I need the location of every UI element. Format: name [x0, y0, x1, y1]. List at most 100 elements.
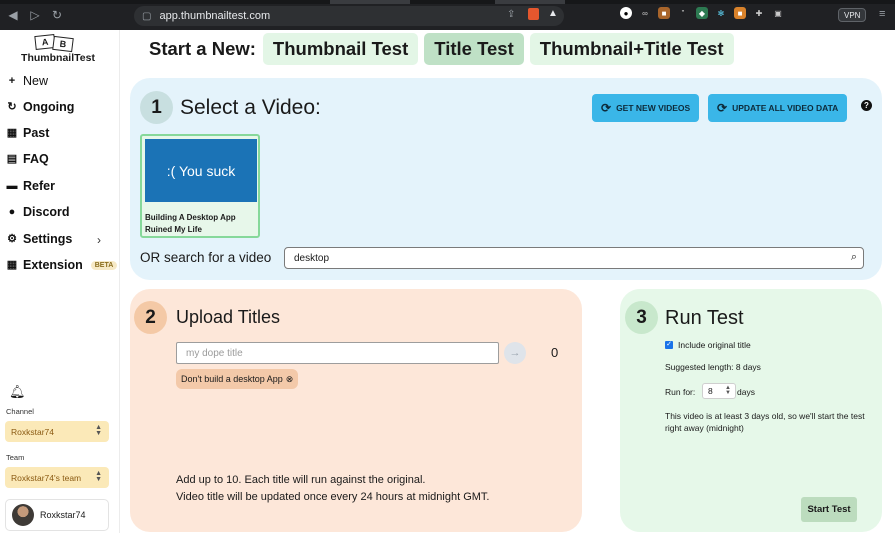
logo[interactable]: A B ThumbnailTest	[18, 32, 98, 68]
sidebar-item-label: Ongoing	[23, 100, 75, 114]
step-number: 3	[625, 301, 658, 334]
step-number: 1	[140, 91, 173, 124]
brave-rewards-icon[interactable]: ▲	[548, 8, 558, 19]
remove-tag-icon[interactable]: ⊗	[286, 374, 294, 385]
react-icon[interactable]: ✻	[715, 7, 727, 19]
select-arrows-icon: ▲ ▼	[95, 424, 102, 437]
panel-title: Select a Video:	[180, 96, 321, 119]
tab-strip	[0, 0, 895, 4]
sidebar-item-new[interactable]: + New	[7, 74, 48, 88]
extension-icon[interactable]: ●	[620, 7, 632, 19]
address-bar[interactable]: ▢ app.thumbnailtest.com	[134, 6, 564, 26]
sidebar-item-label: Refer	[23, 179, 55, 193]
url-text: app.thumbnailtest.com	[159, 10, 271, 22]
sidebar-item-label: Settings	[23, 232, 73, 246]
select-arrows-icon: ▲ ▼	[95, 470, 102, 483]
run-for-label: Run for:	[665, 387, 696, 397]
extension-icon[interactable]: ◆	[696, 7, 708, 19]
sidebar-item-ongoing[interactable]: ↻ Ongoing	[7, 100, 74, 114]
browser-tab[interactable]	[495, 0, 565, 4]
brave-shield-icon[interactable]	[528, 8, 539, 20]
sidebar-item-settings[interactable]: ⚙ Settings	[7, 232, 72, 246]
sidebar-item-past[interactable]: ▦ Past	[7, 126, 50, 140]
run-days-stepper[interactable]: 8 ▲ ▼	[702, 383, 736, 399]
menu-icon[interactable]: ≡	[879, 8, 885, 20]
avatar	[12, 504, 34, 526]
browser-toolbar: ◀ ▷ ↻ ▢ app.thumbnailtest.com ⇪ ▲ ● ∞ ■ …	[0, 0, 895, 30]
bell-icon[interactable]: 🔔︎	[9, 384, 26, 400]
title-input-placeholder: my dope title	[186, 347, 243, 359]
sidebar-item-label: FAQ	[23, 152, 49, 166]
chevron-right-icon[interactable]: ›	[97, 233, 101, 247]
title-input[interactable]: my dope title	[176, 342, 499, 364]
button-label: GET NEW VIDEOS	[616, 103, 691, 113]
sidebar-item-label: Extension	[23, 258, 83, 272]
sidebar-item-faq[interactable]: ▤ FAQ	[7, 152, 49, 166]
card-icon: ▬	[6, 180, 18, 192]
start-label: Start a New:	[149, 38, 256, 59]
include-original-option[interactable]: ✓ Include original title	[665, 340, 751, 350]
button-label: UPDATE ALL VIDEO DATA	[732, 103, 839, 113]
glasses-icon[interactable]: ∞	[639, 7, 651, 19]
sidebar-item-extension[interactable]: ▦ Extension BETA	[7, 258, 118, 272]
panel-title: Upload Titles	[176, 307, 281, 327]
extension-icon[interactable]: ■	[734, 7, 746, 19]
video-search-input[interactable]: desktop ⌕	[284, 247, 864, 269]
team-select[interactable]: Roxkstar74's team ▲ ▼	[5, 467, 109, 488]
channel-label: Channel	[6, 407, 34, 416]
search-value: desktop	[294, 252, 330, 264]
back-icon[interactable]: ◀	[4, 6, 22, 24]
start-test-button[interactable]: Start Test	[801, 497, 857, 522]
update-all-video-data-button[interactable]: ⟳ UPDATE ALL VIDEO DATA	[708, 94, 848, 122]
bookmark-icon[interactable]: ▢	[142, 11, 151, 22]
wallet-icon[interactable]: ▣	[772, 7, 784, 19]
extensions-bar: ● ∞ ■ ” ◆ ✻ ■ ✚ ▣	[620, 7, 784, 19]
panel-title: Run Test	[665, 307, 744, 329]
stepper-arrows-icon[interactable]: ▲ ▼	[725, 385, 731, 396]
quote-icon[interactable]: ”	[677, 7, 689, 19]
extension-icon[interactable]: ■	[658, 7, 670, 19]
vpn-label: VPN	[844, 10, 861, 20]
forward-icon[interactable]: ▷	[26, 6, 44, 24]
plus-icon: +	[8, 75, 16, 87]
refresh-icon: ⟳	[601, 101, 612, 115]
logo-card-b: B	[52, 35, 74, 53]
logo-name: ThumbnailTest	[21, 52, 95, 64]
help-icon[interactable]: ?	[861, 100, 872, 111]
tab-title-test[interactable]: Title Test	[424, 33, 524, 65]
run-days-value: 8	[708, 386, 713, 396]
sidebar-item-discord[interactable]: ● Discord	[7, 205, 70, 219]
channel-select[interactable]: Roxkstar74 ▲ ▼	[5, 421, 109, 442]
tab-thumbnail-test[interactable]: Thumbnail Test	[262, 33, 419, 65]
run-test-panel: 3 Run Test ✓ Include original title Sugg…	[620, 289, 882, 532]
start-note: This video is at least 3 days old, so we…	[665, 411, 865, 433]
select-video-panel: 1 Select a Video: ⟳ GET NEW VIDEOS ⟳ UPD…	[130, 78, 882, 280]
puzzle-icon[interactable]: ✚	[753, 7, 765, 19]
share-icon[interactable]: ⇪	[507, 9, 515, 20]
reload-icon[interactable]: ↻	[48, 6, 66, 24]
title-tag: Don't build a desktop App ⊗	[176, 369, 299, 389]
tab-thumbnail-title-test[interactable]: Thumbnail+Title Test	[529, 33, 734, 65]
user-profile[interactable]: Roxkstar74	[5, 499, 109, 531]
days-label: days	[737, 387, 755, 397]
team-label: Team	[6, 453, 25, 462]
sidebar-item-label: Past	[23, 126, 50, 140]
book-icon: ▤	[6, 153, 18, 165]
get-new-videos-button[interactable]: ⟳ GET NEW VIDEOS	[592, 94, 700, 122]
title-tag-text: Don't build a desktop App	[181, 374, 283, 384]
include-original-label: Include original title	[678, 340, 751, 350]
step-number: 2	[134, 301, 167, 334]
test-type-selector: Start a New: Thumbnail Test Title Test T…	[149, 33, 734, 65]
video-thumbnail: :( You suck	[145, 139, 257, 202]
update-note: Video title will be updated once every 2…	[176, 491, 490, 503]
sidebar-item-refer[interactable]: ▬ Refer	[7, 179, 55, 193]
sidebar-item-label: New	[23, 74, 49, 88]
include-original-checkbox[interactable]: ✓	[665, 341, 673, 349]
channel-value: Roxkstar74	[11, 426, 54, 437]
vpn-button[interactable]: VPN	[838, 8, 867, 22]
sidebar-item-label: Discord	[23, 205, 70, 219]
browser-tab[interactable]	[330, 0, 410, 4]
add-title-button[interactable]: →	[504, 342, 526, 364]
video-card[interactable]: :( You suck Building A Desktop App Ruine…	[140, 134, 260, 238]
search-icon[interactable]: ⌕	[851, 251, 857, 264]
